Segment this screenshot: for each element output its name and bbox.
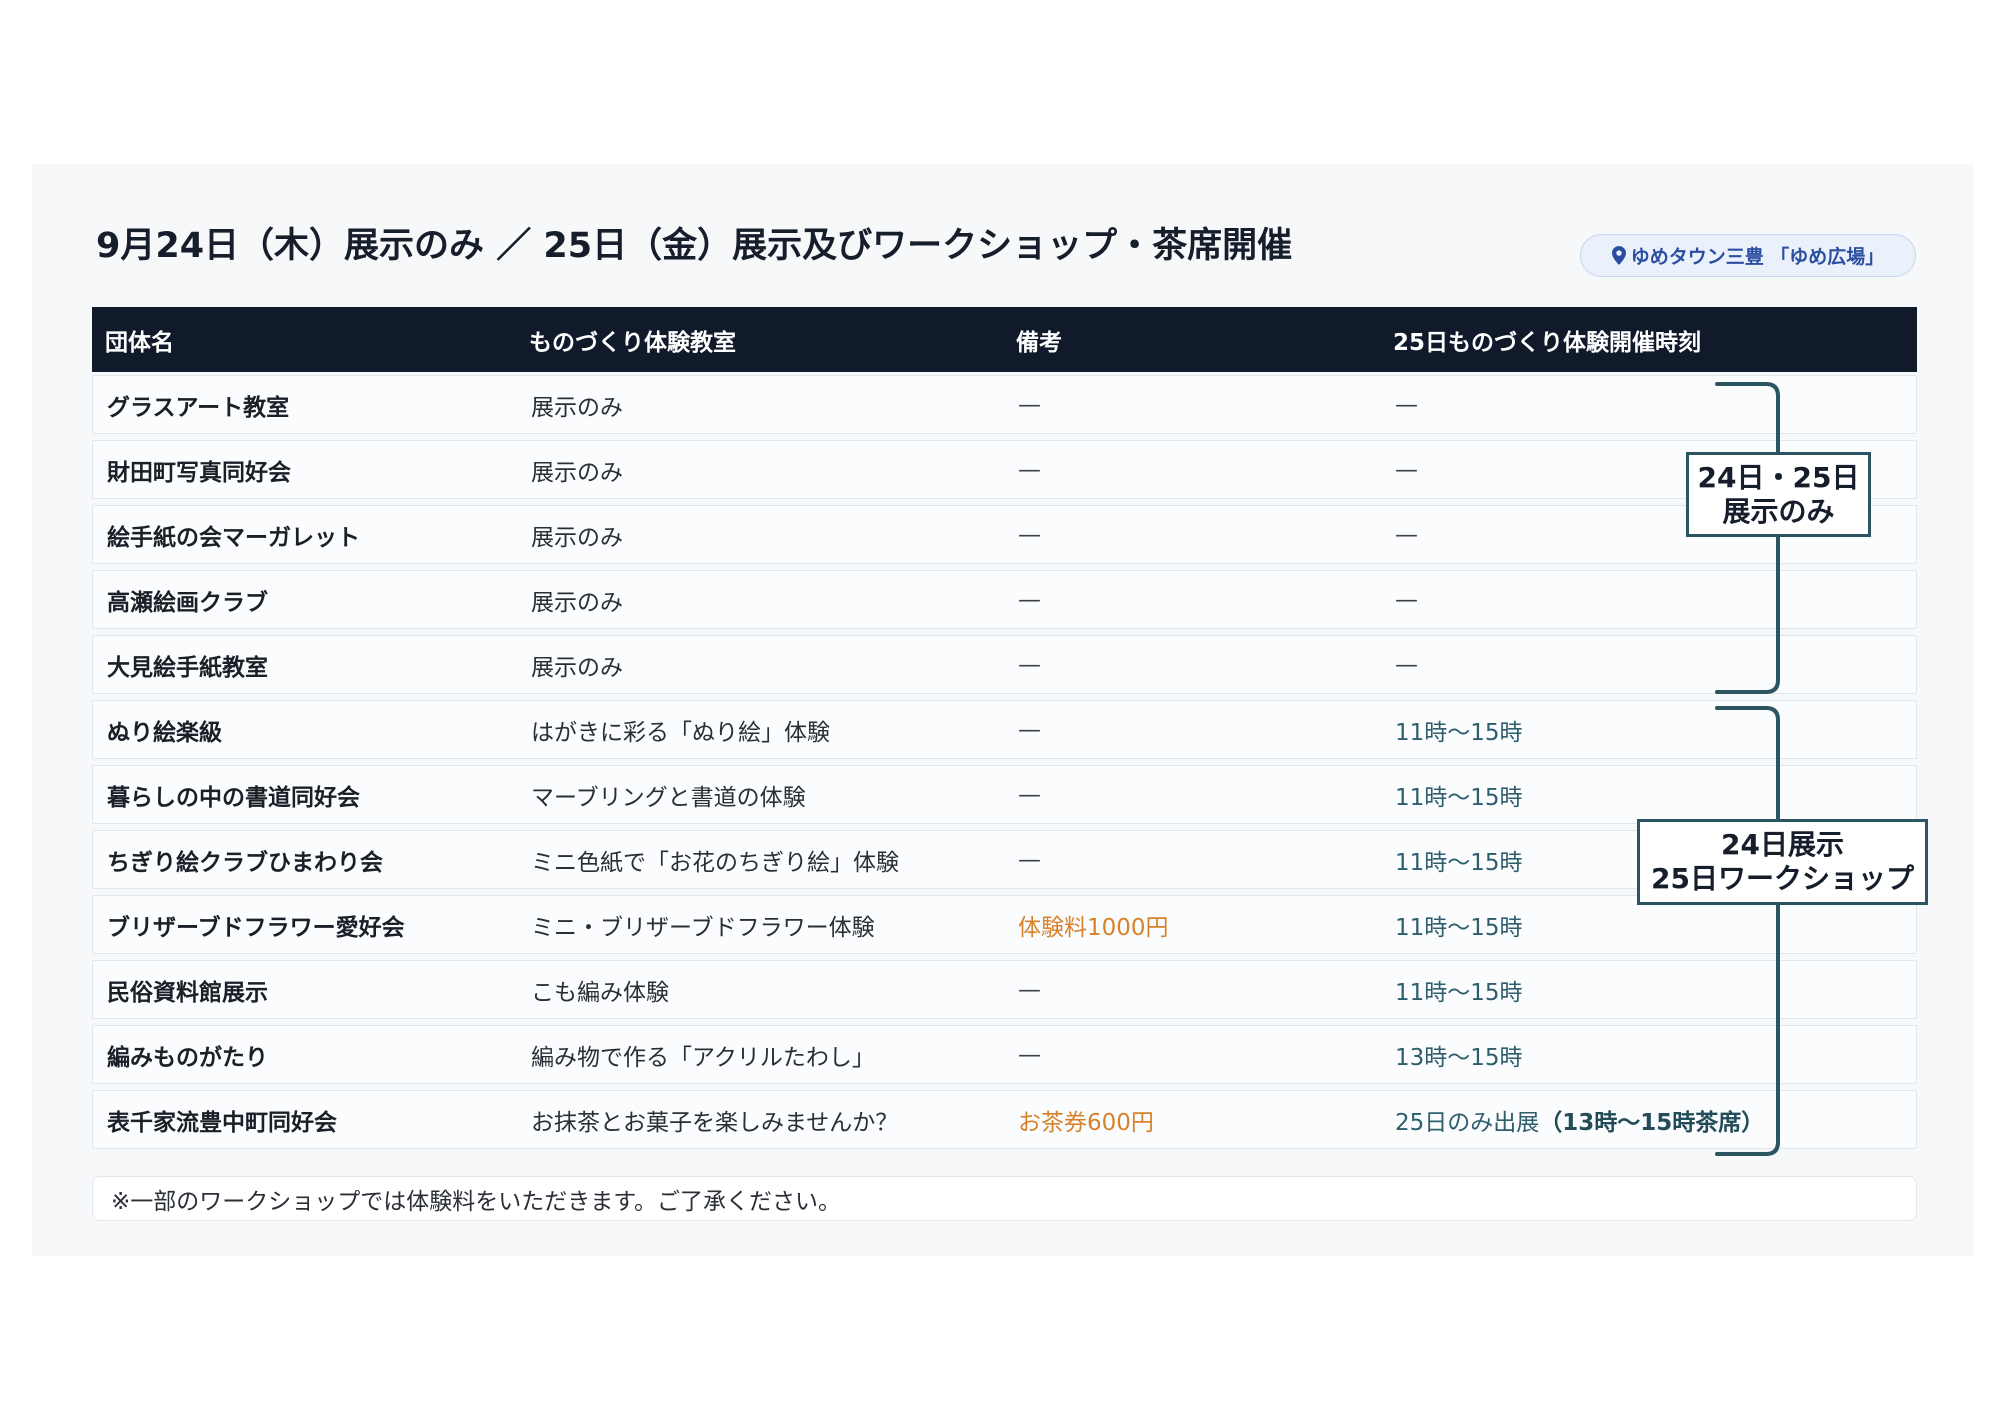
group-name: 表千家流豊中町同好会 [107, 1109, 337, 1136]
bracket-label-line: 24日展示 [1721, 828, 1844, 861]
table-row: 絵手紙の会マーガレット 展示のみ — — [92, 505, 1917, 564]
tea-ceremony-time: （13時〜15時茶席） [1539, 1109, 1765, 1136]
bracket-label-line: 24日・25日 [1697, 460, 1860, 494]
note: — [1018, 1041, 1041, 1068]
table-row: グラスアート教室 展示のみ — — [92, 375, 1917, 434]
workshop: マーブリングと書道の体験 [531, 784, 806, 811]
note: — [1018, 716, 1041, 743]
workshop: 展示のみ [531, 394, 623, 421]
note: — [1018, 846, 1041, 873]
workshop: お抹茶とお菓子を楽しみませんか？ [531, 1109, 899, 1136]
header-workshop: ものづくり体験教室 [529, 329, 736, 356]
time: 25日のみ出展（13時〜15時茶席） [1395, 1103, 1916, 1137]
header-group-name: 団体名 [105, 329, 174, 356]
table-row: 編みものがたり 編み物で作る「アクリルたわし」 — 13時〜15時 [92, 1025, 1917, 1084]
table-row: 民俗資料館展示 こも編み体験 — 11時〜15時 [92, 960, 1917, 1019]
time: — [1395, 586, 1418, 613]
time: 11時〜15時 [1395, 979, 1523, 1006]
workshop: ミニ色紙で「お花のちぎり絵」体験 [531, 849, 899, 876]
table-body: グラスアート教室 展示のみ — — 財田町写真同好会 展示のみ — — 絵手紙の… [92, 375, 1917, 1149]
note: — [1018, 586, 1041, 613]
note: — [1018, 391, 1041, 418]
group-name: 高瀬絵画クラブ [107, 589, 268, 616]
time: 13時〜15時 [1395, 1044, 1523, 1071]
fee-note: 体験料1000円 [1018, 914, 1169, 941]
group-name: 編みものがたり [107, 1044, 268, 1071]
group-name: 絵手紙の会マーガレット [107, 524, 360, 551]
time: — [1395, 651, 1418, 678]
time: 11時〜15時 [1395, 784, 1523, 811]
bracket-label-workshop: 24日展示 25日ワークショップ [1637, 819, 1928, 905]
table-row: 大見絵手紙教室 展示のみ — — [92, 635, 1917, 694]
bracket-label-line: 展示のみ [1722, 494, 1835, 528]
time: 11時〜15時 [1395, 719, 1523, 746]
note: — [1018, 781, 1041, 808]
time: 11時〜15時 [1395, 914, 1523, 941]
table-row: ぬり絵楽級 はがきに彩る「ぬり絵」体験 — 11時〜15時 [92, 700, 1917, 759]
workshop: 展示のみ [531, 524, 623, 551]
workshop: 展示のみ [531, 459, 623, 486]
group-name: ブリザーブドフラワー愛好会 [107, 914, 405, 941]
workshop: はがきに彩る「ぬり絵」体験 [531, 719, 830, 746]
group-name: ぬり絵楽級 [107, 719, 222, 746]
note: — [1018, 456, 1041, 483]
table-row: 表千家流豊中町同好会 お抹茶とお菓子を楽しみませんか？ お茶券600円 25日の… [92, 1090, 1917, 1149]
location-badge: ゆめタウン三豊 「ゆめ広場」 [1580, 234, 1916, 277]
table-row: 財田町写真同好会 展示のみ — — [92, 440, 1917, 499]
location-label: ゆめタウン三豊 「ゆめ広場」 [1630, 246, 1885, 268]
group-name: グラスアート教室 [107, 394, 290, 421]
table-row: 高瀬絵画クラブ 展示のみ — — [92, 570, 1917, 629]
workshop: ミニ・ブリザーブドフラワー体験 [531, 914, 875, 941]
time: — [1395, 391, 1418, 418]
bracket-label-exhibit-only: 24日・25日 展示のみ [1686, 452, 1871, 537]
fee-note: お茶券600円 [1018, 1109, 1154, 1136]
group-name: 財田町写真同好会 [107, 459, 291, 486]
page-title: 9月24日（木）展示のみ ／ 25日（金）展示及びワークショップ・茶席開催 [96, 226, 1293, 266]
time-prefix: 25日のみ出展 [1395, 1109, 1540, 1136]
group-name: 民俗資料館展示 [107, 979, 268, 1006]
workshop: 編み物で作る「アクリルたわし」 [531, 1044, 875, 1071]
workshop: 展示のみ [531, 589, 623, 616]
footnote: ※一部のワークショップでは体験料をいただきます。ご了承ください。 [92, 1176, 1917, 1221]
group-name: 暮らしの中の書道同好会 [107, 784, 360, 811]
header-time: 25日ものづくり体験開催時刻 [1393, 329, 1702, 356]
group-name: 大見絵手紙教室 [107, 654, 268, 681]
note: — [1018, 521, 1041, 548]
note: — [1018, 651, 1041, 678]
note: — [1018, 976, 1041, 1003]
table-row: 暮らしの中の書道同好会 マーブリングと書道の体験 — 11時〜15時 [92, 765, 1917, 824]
table-header: 団体名 ものづくり体験教室 備考 25日ものづくり体験開催時刻 [92, 307, 1917, 372]
workshop: こも編み体験 [531, 979, 669, 1006]
header-note: 備考 [1016, 329, 1062, 356]
group-name: ちぎり絵クラブひまわり会 [107, 849, 383, 876]
map-pin-icon [1611, 246, 1626, 265]
bracket-label-line: 25日ワークショップ [1651, 862, 1914, 895]
workshop: 展示のみ [531, 654, 623, 681]
